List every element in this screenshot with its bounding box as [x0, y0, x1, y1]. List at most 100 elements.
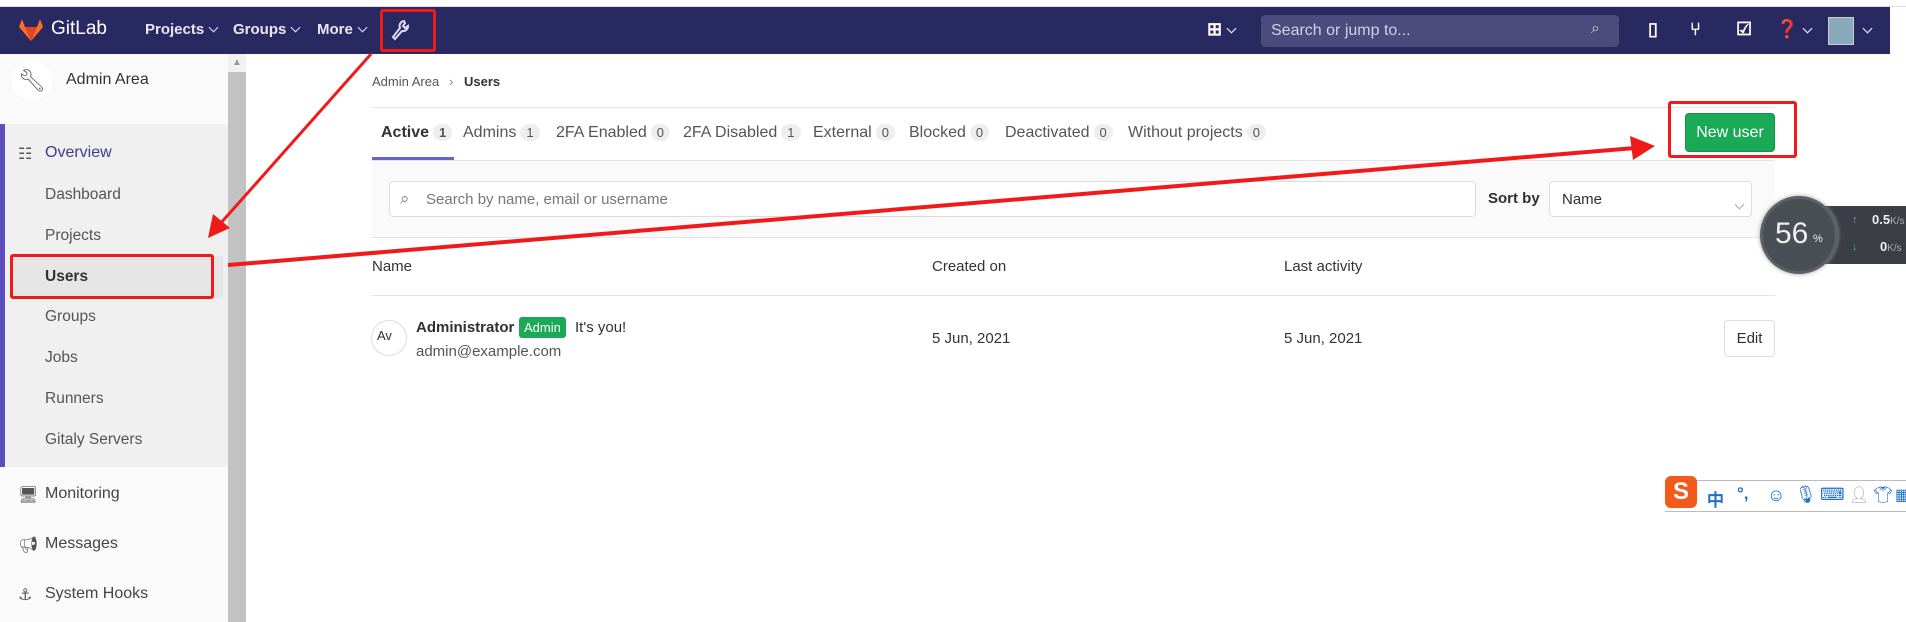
monitoring-icon: 🖥︎ — [18, 487, 39, 504]
annotation-arrows — [208, 53, 1655, 267]
nav-projects[interactable]: Projects — [145, 21, 219, 38]
new-item-plus-icon[interactable]: ⊞ — [1207, 19, 1237, 40]
microphone-icon[interactable]: 🎙︎ — [1795, 485, 1817, 505]
speed-unit: K/s — [1890, 216, 1905, 227]
toolbox-grid-icon[interactable]: ▦ — [1895, 485, 1906, 505]
divider — [372, 107, 1775, 108]
tab-label: Deactivated — [1005, 124, 1090, 141]
annotation-box-new-user — [1668, 101, 1797, 158]
merge-requests-icon[interactable]: ⑂ — [1690, 19, 1701, 40]
avatar-alt-text: Av — [377, 328, 392, 343]
upload-speed: 0.5 — [1872, 212, 1891, 227]
search-placeholder: Search or jump to... — [1271, 22, 1411, 39]
sidebar-header[interactable]: 🔧︎ Admin Area — [0, 54, 228, 120]
brand-name[interactable]: GitLab — [51, 18, 107, 40]
help-icon[interactable]: ❓ — [1776, 19, 1813, 40]
keyboard-icon[interactable]: ⌨ — [1820, 485, 1845, 505]
ime-punctuation-toggle[interactable]: °, — [1737, 484, 1749, 504]
sidebar-item-system-hooks[interactable]: System Hooks — [45, 585, 148, 603]
tab-deactivated[interactable]: Deactivated 0 — [1005, 124, 1113, 142]
arrow-head — [1630, 136, 1655, 160]
system-hooks-icon: ⚓︎ — [18, 587, 33, 604]
filter-bar: ⌕ Search by name, email or username Sort… — [372, 160, 1775, 238]
tab-count-badge: 0 — [1246, 124, 1266, 141]
scroll-up-arrow-icon[interactable]: ▲ — [228, 54, 246, 72]
chevron-down-icon — [1802, 23, 1813, 34]
sort-select[interactable]: Name — [1549, 181, 1752, 217]
sidebar-item-groups[interactable]: Groups — [45, 308, 96, 326]
sidebar-item-runners[interactable]: Runners — [45, 390, 104, 408]
tab-label: Admins — [463, 124, 517, 141]
skin-shirt-icon[interactable]: 👕︎ — [1873, 485, 1893, 505]
breadcrumb-admin-area[interactable]: Admin Area — [372, 74, 439, 89]
browser-top-strip — [0, 0, 1906, 7]
last-activity-value: 5 Jun, 2021 — [1284, 330, 1363, 347]
created-on-value: 5 Jun, 2021 — [932, 330, 1011, 347]
sidebar: 🔧︎ Admin Area ☷ Overview Dashboard Proje… — [0, 54, 228, 622]
nav-more[interactable]: More — [317, 21, 368, 38]
global-search-input[interactable]: Search or jump to... ⌕ — [1261, 15, 1619, 47]
nav-projects-label: Projects — [145, 21, 205, 38]
tab-label: Without projects — [1128, 124, 1243, 141]
user-name-link[interactable]: Administrator — [416, 319, 514, 336]
breadcrumb-users: Users — [464, 74, 501, 89]
sidebar-item-jobs[interactable]: Jobs — [45, 349, 78, 367]
tab-label: External — [813, 124, 872, 141]
todos-icon[interactable]: ☑ — [1736, 19, 1752, 40]
user-avatar[interactable]: Av — [371, 320, 407, 356]
upload-arrow-icon: ↑ — [1852, 214, 1858, 226]
chevron-down-icon — [1226, 23, 1237, 34]
ime-language-toggle[interactable]: 中 — [1707, 486, 1724, 511]
tab-count-badge: 1 — [520, 124, 540, 141]
sogou-logo-icon[interactable]: S — [1665, 476, 1697, 508]
sidebar-item-overview[interactable]: Overview — [45, 144, 112, 162]
search-icon: ⌕ — [400, 189, 410, 208]
user-avatar[interactable] — [1828, 17, 1854, 45]
nav-groups-label: Groups — [233, 21, 287, 38]
tab-2fa-disabled[interactable]: 2FA Disabled 1 — [683, 124, 801, 142]
nav-more-label: More — [317, 21, 353, 38]
tab-label: 2FA Enabled — [556, 124, 647, 141]
edit-user-button[interactable]: Edit — [1724, 320, 1775, 357]
tab-2fa-enabled[interactable]: 2FA Enabled 0 — [556, 124, 670, 142]
top-navbar: GitLab Projects Groups More ⊞ Search or … — [0, 7, 1890, 54]
user-search-input[interactable]: ⌕ Search by name, email or username — [389, 181, 1476, 217]
sidebar-item-gitaly-servers[interactable]: Gitaly Servers — [45, 431, 142, 449]
nav-groups[interactable]: Groups — [233, 21, 301, 38]
issues-icon[interactable]: ▯ — [1648, 19, 1658, 40]
gitlab-logo-icon[interactable] — [18, 18, 44, 42]
chevron-down-icon — [1862, 23, 1873, 34]
tab-blocked[interactable]: Blocked 0 — [909, 124, 990, 142]
sidebar-item-messages[interactable]: Messages — [45, 535, 118, 553]
network-speed-widget: 56 % ↑ 0.5K/s ↓ 0K/s — [1760, 196, 1906, 274]
tab-count-badge: 1 — [433, 124, 453, 141]
tab-without-projects[interactable]: Without projects 0 — [1128, 124, 1266, 142]
tab-active[interactable]: Active 1 — [381, 124, 453, 142]
sidebar-scrollbar[interactable]: ▲ — [228, 54, 246, 622]
wrench-icon: 🔧︎ — [12, 61, 52, 101]
overview-grid-icon: ☷ — [18, 146, 33, 163]
user-email: admin@example.com — [416, 343, 562, 360]
speed-unit: K/s — [1887, 243, 1902, 254]
column-header-last-activity: Last activity — [1284, 258, 1363, 275]
tab-label: Blocked — [909, 124, 966, 141]
column-header-created-on: Created on — [932, 258, 1007, 275]
search-icon: ⌕ — [1591, 20, 1600, 37]
user-lock-icon[interactable]: 👤︎ — [1849, 485, 1869, 505]
download-arrow-icon: ↓ — [1852, 241, 1858, 253]
emoji-icon[interactable]: ☺ — [1767, 485, 1785, 506]
memory-gauge: 56 % — [1760, 196, 1838, 274]
gauge-percent-sign: % — [1813, 233, 1823, 245]
tab-admins[interactable]: Admins 1 — [463, 124, 540, 142]
tab-count-badge: 0 — [875, 124, 895, 141]
sidebar-item-dashboard[interactable]: Dashboard — [45, 186, 121, 204]
avatar-chevron[interactable] — [1858, 19, 1873, 40]
tab-count-badge: 0 — [969, 124, 990, 141]
ime-toolbar: S 中 °, ☺ 🎙︎ ⌨ 👤︎ 👕︎ ▦ — [1665, 476, 1906, 512]
sort-label: Sort by — [1488, 190, 1540, 207]
sidebar-item-monitoring[interactable]: Monitoring — [45, 485, 120, 503]
tab-external[interactable]: External 0 — [813, 124, 895, 142]
gauge-percent: 56 — [1775, 217, 1809, 250]
sidebar-item-projects[interactable]: Projects — [45, 227, 101, 245]
divider — [372, 295, 1775, 296]
